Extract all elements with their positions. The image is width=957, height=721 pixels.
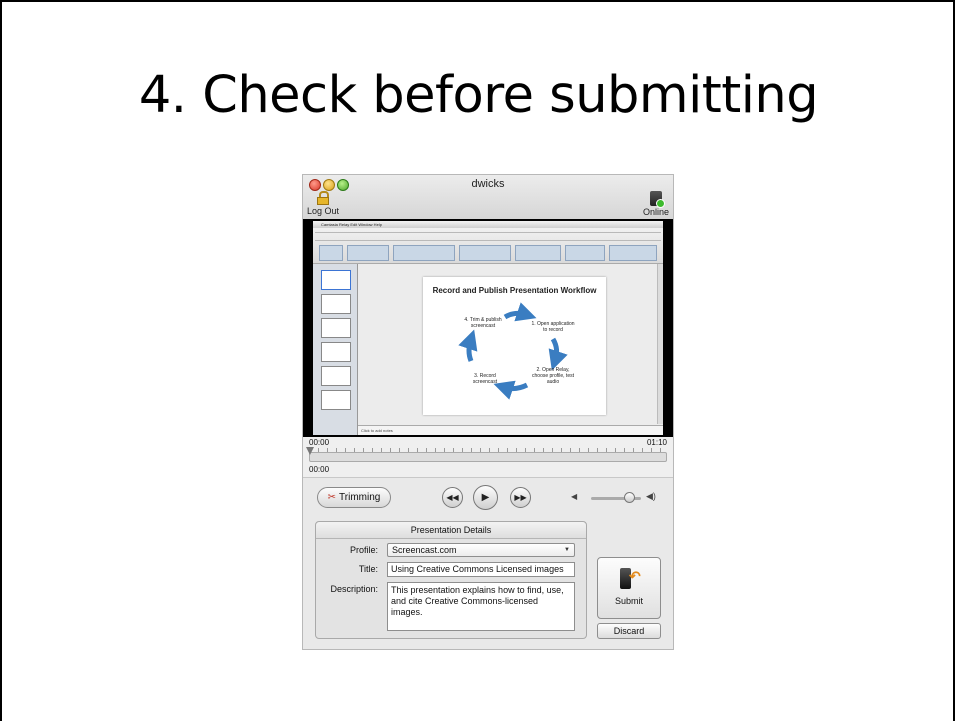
slide-thumbnail (321, 366, 351, 386)
title-input[interactable]: Using Creative Commons Licensed images (387, 562, 575, 577)
submit-button[interactable]: ↶ Submit (597, 557, 661, 619)
volume-high-icon: ◀) (646, 491, 656, 501)
trimming-button[interactable]: ✂ Trimming (317, 487, 391, 508)
play-button[interactable]: ▶ (473, 485, 498, 510)
scissors-icon: ✂ (327, 492, 337, 503)
slide-thumbnails-pane (313, 264, 358, 435)
trimming-label: Trimming (339, 492, 381, 503)
playback-controls: ✂ Trimming ◀◀ ▶ ▶▶ ◀ ◀) (303, 479, 673, 519)
timeline[interactable]: 00:00 01:10 00:00 (303, 437, 673, 478)
server-online-icon (649, 191, 665, 208)
video-preview[interactable]: Camtasia Relay Edit Window Help Record a… (303, 219, 673, 437)
profile-value: Screencast.com (392, 545, 457, 555)
play-icon: ▶ (481, 492, 490, 503)
recorded-menubar: Camtasia Relay Edit Window Help (313, 221, 663, 228)
recorded-ribbon (313, 228, 663, 264)
fast-forward-icon: ▶▶ (514, 493, 527, 502)
slide-thumbnail (321, 270, 351, 290)
slide-canvas: Record and Publish Presentation Workflow… (358, 264, 663, 435)
profile-select[interactable]: Screencast.com ▼ (387, 543, 575, 557)
submit-label: Submit (614, 596, 643, 606)
volume-slider-knob[interactable] (624, 492, 635, 503)
description-textarea[interactable]: This presentation explains how to find, … (387, 582, 575, 631)
relay-window: dwicks Log Out Online Camtasia Relay Edi… (302, 174, 674, 650)
online-label: Online (642, 207, 669, 217)
slide-thumbnail (321, 318, 351, 338)
window-title: dwicks (471, 178, 505, 190)
log-out-label: Log Out (307, 206, 340, 216)
slide-thumbnail (321, 390, 351, 410)
dropdown-caret-icon: ▼ (564, 547, 570, 553)
description-label: Description: (330, 584, 378, 594)
timeline-start-time: 00:00 (309, 438, 330, 447)
slide-thumbnail (321, 294, 351, 314)
slide-title: 4. Check before submitting (138, 66, 819, 125)
submit-upload-icon: ↶ (618, 566, 641, 592)
online-status: Online (643, 191, 669, 217)
workflow-step-4: 4. Trim & publish screencast (464, 317, 502, 329)
recorded-screen: Camtasia Relay Edit Window Help Record a… (313, 221, 663, 435)
title-label: Title: (358, 564, 378, 574)
workflow-step-1: 1. Open application to record (531, 321, 575, 333)
profile-label: Profile: (349, 545, 378, 555)
workflow-step-3: 3. Record screencast (472, 373, 498, 385)
presentation-details: Presentation Details Profile: Screencast… (315, 521, 587, 639)
current-time: 00:00 (309, 465, 330, 474)
playhead-handle[interactable] (306, 447, 314, 455)
slide-scrollbar (657, 264, 663, 424)
lock-icon (317, 191, 330, 205)
presentation-details-heading: Presentation Details (316, 522, 586, 539)
rewind-button[interactable]: ◀◀ (442, 487, 463, 508)
discard-button[interactable]: Discard (597, 623, 661, 639)
volume-low-icon: ◀ (571, 492, 578, 501)
workflow-cycle-arrows (458, 302, 568, 400)
slide-thumbnail (321, 342, 351, 362)
workflow-step-2: 2. Open Relay, choose profile, test audi… (532, 367, 574, 385)
window-titlebar: dwicks Log Out Online (303, 175, 673, 220)
fast-forward-button[interactable]: ▶▶ (510, 487, 531, 508)
notes-bar: Click to add notes (358, 425, 663, 435)
workflow-slide: Record and Publish Presentation Workflow… (423, 277, 606, 415)
rewind-icon: ◀◀ (446, 493, 459, 502)
timeline-track[interactable] (309, 452, 667, 462)
timeline-end-time: 01:10 (646, 438, 667, 447)
log-out-button[interactable]: Log Out (307, 191, 339, 216)
